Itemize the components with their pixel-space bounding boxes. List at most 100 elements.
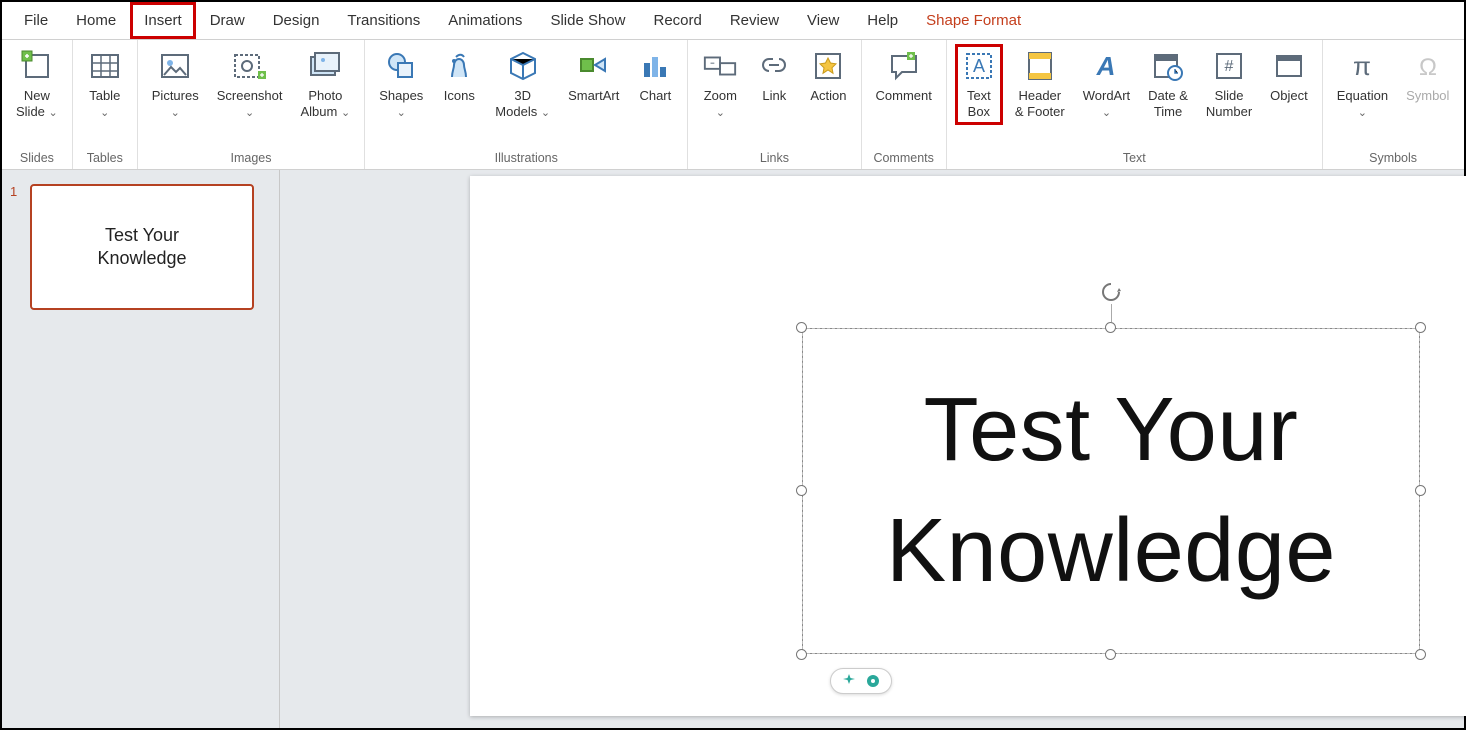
slide-number-icon: # — [1211, 48, 1247, 84]
action-label: Action — [810, 88, 846, 104]
slide-canvas[interactable]: Test Your Knowledge — [470, 176, 1466, 716]
group-slides: New Slide ⌄ Slides — [2, 40, 73, 169]
equation-button[interactable]: π Equation⌄ — [1331, 44, 1394, 125]
action-button[interactable]: Action — [804, 44, 852, 108]
action-star-icon — [810, 48, 846, 84]
symbol-icon: Ω — [1410, 48, 1446, 84]
group-text: A Text Box Header & Footer A WordArt⌄ — [947, 40, 1323, 169]
svg-text:#: # — [1225, 58, 1234, 75]
wordart-icon: A — [1088, 48, 1124, 84]
menu-transitions[interactable]: Transitions — [333, 2, 434, 39]
menu-home[interactable]: Home — [62, 2, 130, 39]
menu-slideshow[interactable]: Slide Show — [536, 2, 639, 39]
link-icon — [756, 48, 792, 84]
workspace: 1 Test Your Knowledge Test Your Knowled — [2, 170, 1464, 728]
comment-button[interactable]: Comment — [870, 44, 938, 108]
group-tables: Table⌄ Tables — [73, 40, 138, 169]
menu-design[interactable]: Design — [259, 2, 334, 39]
svg-text:A: A — [973, 56, 985, 76]
slide-number-button[interactable]: # Slide Number — [1200, 44, 1258, 125]
zoom-button[interactable]: Zoom⌄ — [696, 44, 744, 125]
group-text-label: Text — [955, 149, 1314, 167]
date-time-button[interactable]: Date & Time — [1142, 44, 1194, 125]
symbol-button[interactable]: Ω Symbol — [1400, 44, 1455, 108]
smartart-button[interactable]: SmartArt — [562, 44, 625, 108]
slide-thumbnail-1[interactable]: Test Your Knowledge — [30, 184, 254, 310]
slide-editor[interactable]: Test Your Knowledge — [280, 170, 1464, 728]
header-footer-icon — [1022, 48, 1058, 84]
comment-label: Comment — [876, 88, 932, 104]
smartart-label: SmartArt — [568, 88, 619, 104]
table-button[interactable]: Table⌄ — [81, 44, 129, 125]
link-button[interactable]: Link — [750, 44, 798, 108]
screenshot-button[interactable]: Screenshot⌄ — [211, 44, 289, 125]
icons-icon — [441, 48, 477, 84]
rotation-connector — [1111, 304, 1112, 322]
ribbon: New Slide ⌄ Slides Table⌄ Tables Picture… — [2, 40, 1464, 170]
floating-suggestions-toolbar[interactable] — [830, 668, 892, 694]
menu-shape-format[interactable]: Shape Format — [912, 2, 1035, 39]
group-symbols: π Equation⌄ Ω Symbol Symbols — [1323, 40, 1464, 169]
svg-text:A: A — [1096, 51, 1116, 81]
object-label: Object — [1270, 88, 1308, 104]
menu-view[interactable]: View — [793, 2, 853, 39]
group-tables-label: Tables — [81, 149, 129, 167]
menu-help[interactable]: Help — [853, 2, 912, 39]
text-box-button[interactable]: A Text Box — [955, 44, 1003, 125]
title-text-box[interactable]: Test Your Knowledge — [802, 328, 1420, 654]
shapes-icon — [383, 48, 419, 84]
group-images-label: Images — [146, 149, 356, 167]
slide-number-label: Slide Number — [1206, 88, 1252, 121]
table-icon — [87, 48, 123, 84]
design-ideas-icon — [865, 673, 881, 689]
chart-button[interactable]: Chart — [631, 44, 679, 108]
group-illustrations: Shapes⌄ Icons 3D Models ⌄ SmartArt — [365, 40, 688, 169]
icons-label: Icons — [444, 88, 475, 104]
menu-draw[interactable]: Draw — [196, 2, 259, 39]
photo-album-button[interactable]: Photo Album ⌄ — [295, 44, 357, 125]
menu-file[interactable]: File — [10, 2, 62, 39]
date-time-label: Date & Time — [1148, 88, 1188, 121]
menu-animations[interactable]: Animations — [434, 2, 536, 39]
icons-button[interactable]: Icons — [435, 44, 483, 108]
slide-title-text[interactable]: Test Your Knowledge — [802, 328, 1420, 654]
new-slide-label: New Slide — [16, 88, 50, 119]
sparkle-icon — [841, 673, 857, 689]
screenshot-icon — [232, 48, 268, 84]
object-button[interactable]: Object — [1264, 44, 1314, 108]
group-illustrations-label: Illustrations — [373, 149, 679, 167]
svg-text:Ω: Ω — [1419, 54, 1437, 81]
menu-record[interactable]: Record — [639, 2, 715, 39]
group-links-label: Links — [696, 149, 852, 167]
symbol-label: Symbol — [1406, 88, 1449, 104]
comment-icon — [886, 48, 922, 84]
slide-thumbnail-pane: 1 Test Your Knowledge — [2, 170, 280, 728]
text-box-icon: A — [961, 48, 997, 84]
group-symbols-label: Symbols — [1331, 149, 1456, 167]
rotation-handle[interactable] — [1099, 280, 1123, 304]
wordart-label: WordArt — [1083, 88, 1130, 103]
new-slide-icon — [19, 48, 55, 84]
pictures-label: Pictures — [152, 88, 199, 103]
zoom-icon — [702, 48, 738, 84]
text-box-label: Text Box — [967, 88, 991, 121]
pictures-button[interactable]: Pictures⌄ — [146, 44, 205, 125]
equation-icon: π — [1344, 48, 1380, 84]
menu-insert[interactable]: Insert — [130, 2, 196, 39]
header-footer-button[interactable]: Header & Footer — [1009, 44, 1071, 125]
thumbnail-title: Test Your Knowledge — [97, 224, 186, 271]
shapes-button[interactable]: Shapes⌄ — [373, 44, 429, 125]
3d-models-button[interactable]: 3D Models ⌄ — [489, 44, 556, 125]
pictures-icon — [157, 48, 193, 84]
group-comments: Comment Comments — [862, 40, 947, 169]
wordart-button[interactable]: A WordArt⌄ — [1077, 44, 1136, 125]
zoom-label: Zoom — [704, 88, 737, 103]
menu-review[interactable]: Review — [716, 2, 793, 39]
new-slide-button[interactable]: New Slide ⌄ — [10, 44, 64, 125]
menu-bar: File Home Insert Draw Design Transitions… — [2, 2, 1464, 40]
photo-album-icon — [307, 48, 343, 84]
link-label: Link — [762, 88, 786, 104]
screenshot-label: Screenshot — [217, 88, 283, 103]
thumbnail-number: 1 — [10, 184, 17, 199]
shapes-label: Shapes — [379, 88, 423, 103]
